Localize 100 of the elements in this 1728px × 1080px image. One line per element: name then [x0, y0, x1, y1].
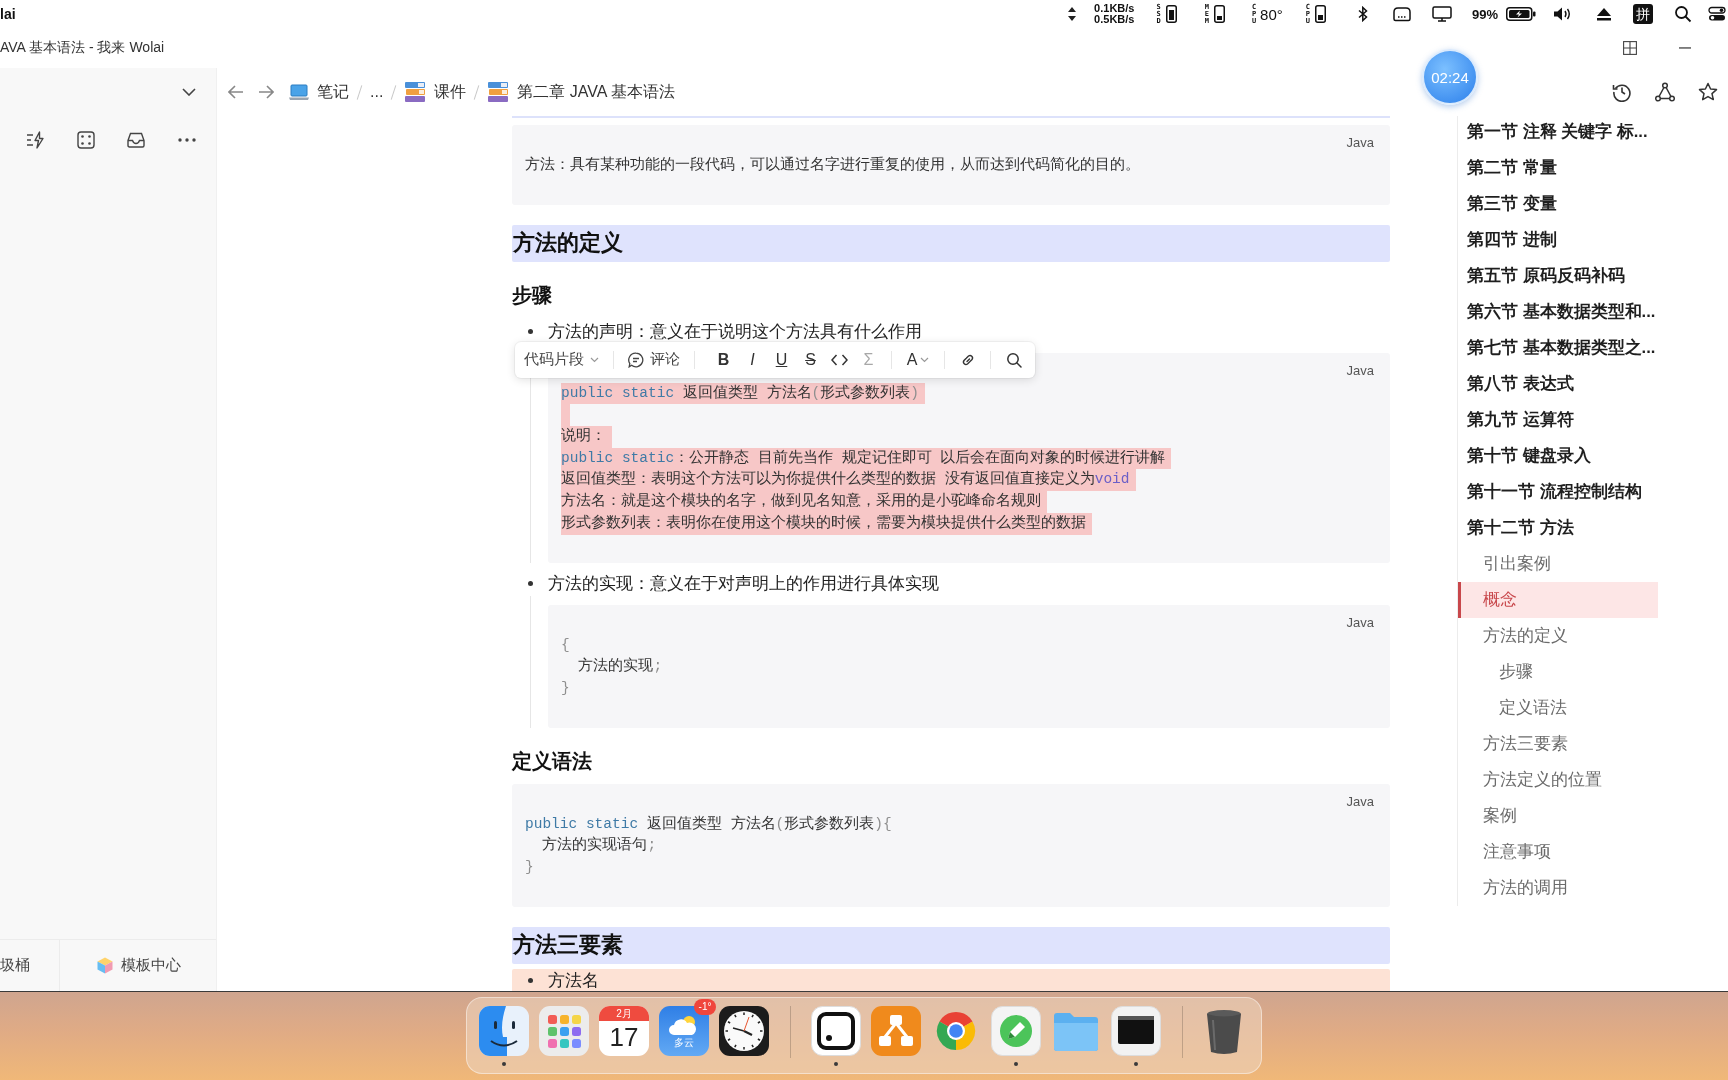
subsection-heading: 定义语法 [512, 749, 593, 775]
outline-item[interactable]: 第十二节 方法 [1458, 510, 1658, 546]
language-label[interactable]: Java [1346, 613, 1374, 632]
outline-item[interactable]: 第八节 表达式 [1458, 366, 1658, 402]
outline-item[interactable]: 第七节 基本数据类型之... [1458, 330, 1658, 366]
outline-item[interactable]: 第十节 键盘录入 [1458, 438, 1658, 474]
smiling-face-icon[interactable] [479, 1006, 529, 1056]
outline-item[interactable]: 第九节 运算符 [1458, 402, 1658, 438]
outline-item[interactable]: 引出案例 [1458, 546, 1658, 582]
bullet-icon [528, 978, 533, 984]
outline-item[interactable]: 方法定义的位置 [1458, 762, 1658, 798]
calendar-tile[interactable]: 2月 17 [599, 1006, 649, 1056]
comment-icon [628, 351, 644, 368]
search-icon[interactable] [1674, 5, 1692, 23]
calendar-month: 2月 [599, 1006, 649, 1021]
section-heading: 方法三要素 [512, 926, 1390, 964]
text-color-button[interactable]: A [900, 345, 936, 374]
outline-item[interactable]: 方法三要素 [1458, 726, 1658, 762]
outline-item[interactable]: 第十一节 流程控制结构 [1458, 474, 1658, 510]
section-heading: 方法的定义 [512, 224, 1390, 262]
toggles-icon[interactable] [1708, 6, 1726, 22]
favorite-button[interactable] [1698, 82, 1718, 102]
updown-arrows-icon[interactable] [1068, 7, 1077, 21]
download-speed: 0.5KB/s [1094, 14, 1135, 25]
arrow-left-icon [228, 85, 244, 99]
outline-item[interactable]: 第五节 原码反码补码 [1458, 258, 1658, 294]
cube-icon [97, 957, 113, 974]
breadcrumb-link[interactable]: ... [370, 83, 384, 101]
input-method-indicator[interactable]: 拼 [1633, 4, 1653, 24]
inbox-icon[interactable] [127, 132, 146, 148]
bluetooth-icon[interactable] [1357, 6, 1368, 22]
strikethrough-button[interactable]: S [796, 345, 825, 374]
books-icon [404, 81, 427, 103]
more-icon[interactable] [177, 138, 196, 142]
list-item-text: 方法的声明：意义在于说明这个方法具有什么作用 [548, 320, 922, 342]
bullet-icon [528, 581, 533, 586]
code-line: { [561, 635, 570, 655]
triangle-nodes-icon [1655, 82, 1675, 102]
code-line: 方法的实现语句; [541, 835, 657, 856]
breadcrumb-link[interactable]: 课件 [404, 81, 467, 103]
battery-percent: 99% [1471, 6, 1498, 22]
weather-caption: 多云 [674, 1037, 694, 1048]
code-line: 方法的实现; [577, 656, 663, 677]
outline-item[interactable]: 定义语法 [1458, 690, 1658, 726]
back-button[interactable] [228, 85, 244, 99]
chevron-down-icon [920, 356, 930, 363]
outline-item[interactable]: 方法的定义 [1458, 618, 1658, 654]
outline-item[interactable]: 方法的调用 [1458, 870, 1658, 906]
graph-button[interactable] [1655, 82, 1675, 102]
block-type-dropdown[interactable]: 代码片段 [524, 345, 599, 374]
chevron-down-icon[interactable] [182, 88, 196, 96]
language-label[interactable]: Java [1346, 134, 1374, 152]
comment-button[interactable]: 评论 [628, 345, 680, 374]
underline-button[interactable]: U [767, 345, 796, 374]
italic-button[interactable]: I [738, 345, 767, 374]
arrow-right-icon [258, 85, 274, 99]
outline-item[interactable]: 概念 [1458, 582, 1658, 618]
outline-item[interactable]: 步骤 [1458, 654, 1658, 690]
code-line: } [561, 678, 570, 698]
outline-item[interactable]: 第六节 基本数据类型和... [1458, 294, 1658, 330]
app-name[interactable]: lai [0, 6, 16, 22]
outline-item[interactable]: 第四节 进制 [1458, 222, 1658, 258]
window-title: AVA 基本语法 - 我来 Wolai [0, 39, 165, 57]
books-icon [487, 81, 510, 103]
clock-icon[interactable] [719, 1006, 769, 1056]
grid-layout-icon[interactable] [1623, 41, 1637, 55]
lines-bolt-icon[interactable] [26, 131, 44, 149]
language-label[interactable]: Java [1346, 792, 1374, 811]
screen-icon[interactable] [1111, 1006, 1161, 1056]
list-item-text: 方法名 [548, 969, 599, 991]
language-label[interactable]: Java [1346, 361, 1374, 380]
volume-icon[interactable] [1553, 6, 1573, 22]
upload-speed: 0.1KB/s [1094, 3, 1135, 14]
list-item-text: 方法的实现：意义在于对声明上的作用进行具体实现 [548, 572, 939, 594]
star-icon [1698, 82, 1718, 102]
subsection-heading: 步骤 [512, 283, 553, 309]
breadcrumb-link[interactable]: 笔记 [289, 81, 349, 103]
calendar-day: 17 [609, 1021, 639, 1054]
history-icon [1612, 82, 1632, 102]
battery-icon[interactable] [1506, 7, 1536, 21]
chevron-down-icon [590, 356, 599, 363]
ssd-meter-icon[interactable] [1165, 5, 1177, 23]
outline-item[interactable]: 注意事项 [1458, 834, 1658, 870]
memory-meter-icon[interactable] [1213, 5, 1225, 23]
history-button[interactable] [1612, 82, 1632, 102]
dotted-square-icon[interactable] [76, 131, 95, 149]
templates-button[interactable]: 模板中心 [60, 940, 181, 991]
bold-button[interactable]: B [709, 345, 738, 374]
outline-item[interactable]: 第三节 变量 [1458, 186, 1658, 222]
app-grid-icon[interactable] [539, 1006, 589, 1056]
forward-button[interactable] [258, 85, 274, 99]
outline-item[interactable]: 案例 [1458, 798, 1658, 834]
cpu-meter-icon[interactable] [1314, 5, 1326, 23]
trash-button[interactable]: 圾桶 [0, 940, 60, 991]
breadcrumb-link[interactable]: 第二章 JAVA 基本语法 [487, 81, 675, 103]
outline-item[interactable]: 第二节 常量 [1458, 150, 1658, 186]
outline-item[interactable]: 第一节 注释 关键字 标... [1458, 116, 1658, 150]
tray-icon[interactable] [1391, 6, 1412, 22]
eject-icon[interactable] [1596, 7, 1612, 21]
display-icon[interactable] [1431, 6, 1452, 22]
